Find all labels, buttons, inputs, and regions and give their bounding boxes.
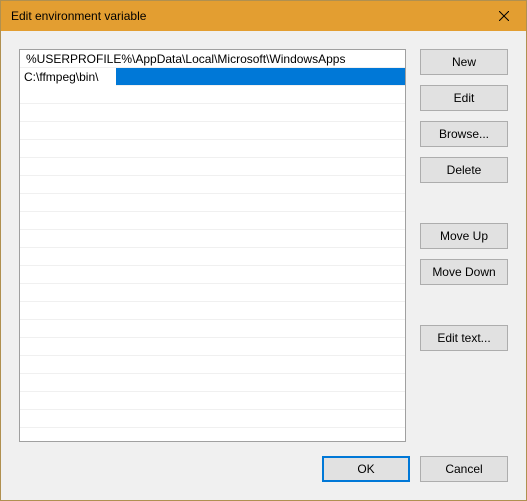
ok-button[interactable]: OK [322, 456, 410, 482]
edit-button[interactable]: Edit [420, 85, 508, 111]
close-button[interactable] [481, 1, 526, 31]
edit-text-button[interactable]: Edit text... [420, 325, 508, 351]
titlebar: Edit environment variable [1, 1, 526, 31]
button-column: New Edit Browse... Delete Move Up Move D… [420, 49, 508, 442]
move-up-button[interactable]: Move Up [420, 223, 508, 249]
close-icon [499, 11, 509, 21]
dialog-content: %USERPROFILE%\AppData\Local\Microsoft\Wi… [1, 31, 526, 500]
window-title: Edit environment variable [11, 9, 146, 23]
browse-button[interactable]: Browse... [420, 121, 508, 147]
path-listbox[interactable]: %USERPROFILE%\AppData\Local\Microsoft\Wi… [19, 49, 406, 442]
list-item-editing[interactable] [20, 68, 405, 86]
dialog-footer: OK Cancel [19, 442, 508, 482]
path-edit-input[interactable] [20, 68, 116, 86]
main-area: %USERPROFILE%\AppData\Local\Microsoft\Wi… [19, 49, 508, 442]
list-item[interactable]: %USERPROFILE%\AppData\Local\Microsoft\Wi… [20, 50, 405, 68]
dialog-window: Edit environment variable %USERPROFILE%\… [0, 0, 527, 501]
new-button[interactable]: New [420, 49, 508, 75]
move-down-button[interactable]: Move Down [420, 259, 508, 285]
listbox-empty-area[interactable] [20, 86, 405, 441]
cancel-button[interactable]: Cancel [420, 456, 508, 482]
delete-button[interactable]: Delete [420, 157, 508, 183]
